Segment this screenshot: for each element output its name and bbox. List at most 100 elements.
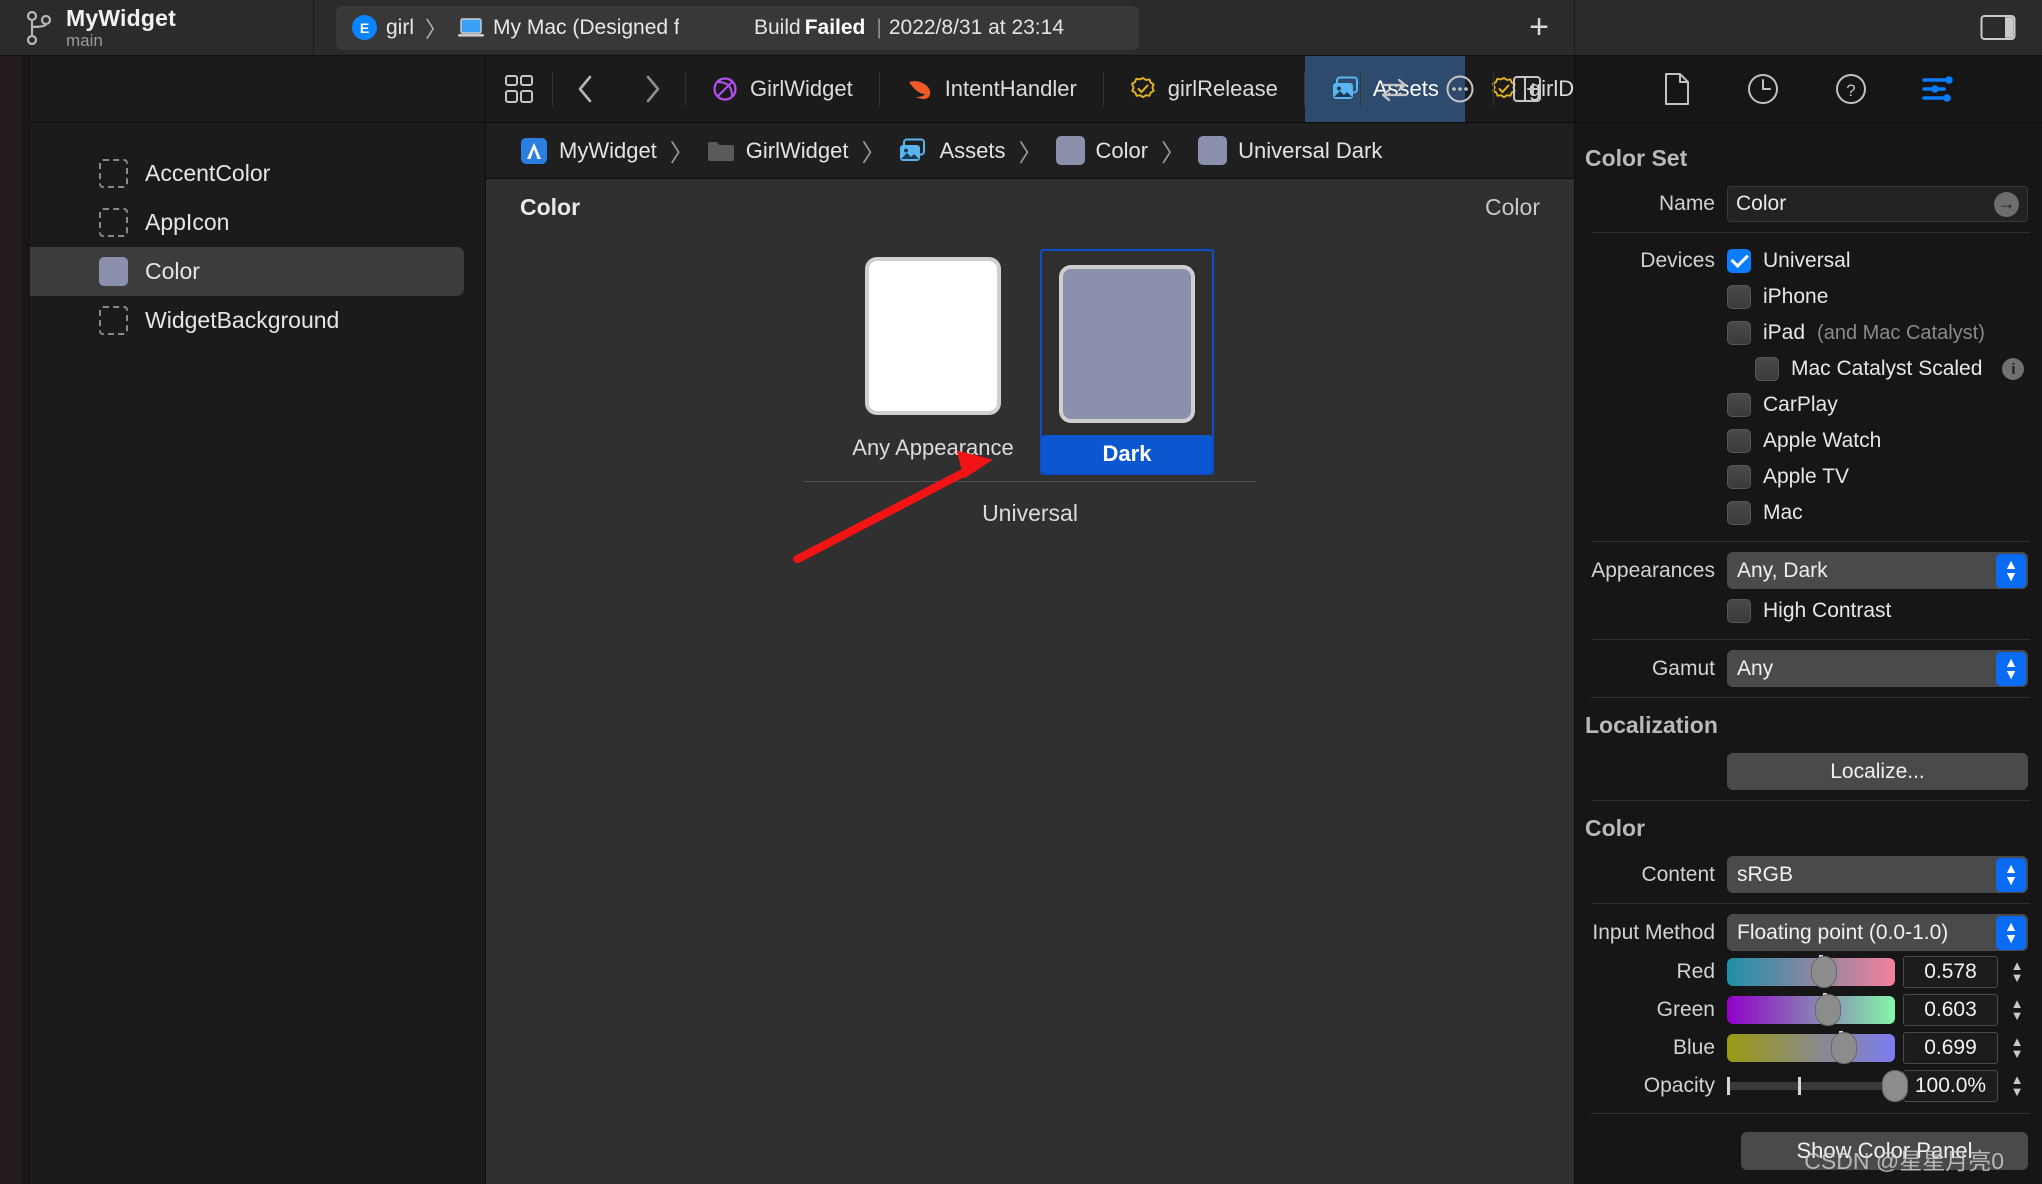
breadcrumb-item-assets[interactable]: Assets [898,138,1006,164]
window-left-edge [0,0,22,1184]
checkbox[interactable] [1727,285,1751,309]
scheme-area[interactable]: MyWidget main [0,0,314,55]
breadcrumb: MyWidget 〉 GirlWidget 〉 Assets 〉 Color 〉… [486,123,1574,179]
inspector-tab-strip: ? [1575,56,2042,123]
red-knob[interactable] [1811,956,1838,988]
more-options-button[interactable] [1427,56,1493,122]
quick-help-icon[interactable]: ? [1834,72,1868,106]
git-branch-icon [26,10,52,45]
blue-stepper[interactable]: ▲ ▼ [2006,1035,2028,1061]
status-timestamp: 2022/8/31 at 23:14 [888,15,1065,39]
scheme-badge: E [352,15,377,40]
branch-name: main [66,30,103,50]
swatch-any-appearance[interactable]: Any Appearance [846,249,1020,467]
attributes-inspector-icon[interactable] [1921,74,1956,104]
device-carplay[interactable]: CarPlay [1727,387,1838,423]
opacity-knob[interactable] [1882,1070,1908,1102]
swatch-dark[interactable]: Dark [1040,249,1214,475]
device-apple-tv[interactable]: Apple TV [1727,459,1849,495]
device-mac[interactable]: Mac [1727,495,1803,531]
info-icon[interactable]: i [2002,358,2025,380]
green-slider[interactable] [1727,993,1895,1026]
opacity-value-field[interactable]: 100.0% [1903,1070,1998,1102]
device-label: CarPlay [1763,393,1838,416]
content-value: sRGB [1737,862,1794,886]
navigate-back-button[interactable] [553,56,619,122]
device-label: Mac Catalyst Scaled [1791,357,1983,380]
green-value-field[interactable]: 0.603 [1903,994,1998,1026]
devices-label: Devices [1640,249,1715,272]
input-method-popup[interactable]: Floating point (0.0-1.0) ▲ ▼ [1727,914,2028,951]
gamut-popup[interactable]: Any ▲ ▼ [1727,650,2028,687]
opacity-slider[interactable] [1727,1070,1908,1102]
chevron-updown-icon[interactable]: ▲ ▼ [1996,915,2026,950]
checkbox[interactable] [1727,429,1751,453]
history-inspector-icon[interactable] [1746,72,1780,106]
opacity-tick-min [1727,1077,1730,1095]
swatch-preview[interactable] [1059,265,1195,423]
device-ipad[interactable]: iPad (and Mac Catalyst) [1727,315,1985,351]
localize-button[interactable]: Localize... [1727,753,2028,790]
checkbox[interactable] [1727,501,1751,525]
scheme-label[interactable]: girl [386,16,414,40]
breadcrumb-item-mywidget[interactable]: MyWidget [520,137,657,165]
device-apple-watch[interactable]: Apple Watch [1727,423,1881,459]
tab-girlrelease[interactable]: girlRelease [1104,56,1304,122]
content-popup[interactable]: sRGB ▲ ▼ [1727,856,2028,893]
opacity-track [1727,1077,1895,1095]
input-method-label: Input Method [1592,920,1715,944]
chevron-updown-icon[interactable]: ▲ ▼ [1996,857,2026,892]
opacity-stepper[interactable]: ▲ ▼ [2006,1073,2028,1099]
asset-item-accentcolor[interactable]: AccentColor [21,149,464,198]
checkbox[interactable] [1727,393,1751,417]
breadcrumb-item-girlwidget[interactable]: GirlWidget [707,138,848,164]
chevron-updown-icon[interactable]: ▲ ▼ [1996,651,2026,686]
divider [1591,541,2030,542]
destination-separator: 〉 [425,16,448,42]
green-knob[interactable] [1815,994,1842,1026]
checkbox[interactable] [1755,357,1779,381]
navigator-filter-strip [0,56,485,123]
related-items-button[interactable] [1361,56,1427,122]
tab-girlwidget[interactable]: GirlWidget [686,56,879,122]
blue-value-field[interactable]: 0.699 [1903,1032,1998,1064]
device-universal[interactable]: Universal [1727,243,1851,279]
red-value-field[interactable]: 0.578 [1903,956,1998,988]
appearances-popup[interactable]: Any, Dark ▲ ▼ [1727,552,2028,589]
breadcrumb-item-color[interactable]: Color [1055,136,1148,165]
add-button[interactable]: + [1504,8,1574,47]
asset-item-widgetbackground[interactable]: WidgetBackground [21,296,464,345]
checkbox[interactable] [1727,249,1751,273]
breadcrumb-item-universal-dark[interactable]: Universal Dark [1198,136,1382,165]
asset-item-label: Color [145,258,200,284]
blue-knob[interactable] [1831,1032,1858,1064]
xcode-window: MyWidget main E girl 〉 My Mac (Designed … [0,0,2042,1184]
devices-row: Devices Universal iPhone iPad (and Mac C… [1575,241,2042,533]
chevron-updown-icon[interactable]: ▲ ▼ [1996,553,2026,588]
name-input[interactable]: Color → [1727,186,2028,222]
file-inspector-icon[interactable] [1662,72,1692,106]
activity-status[interactable]: Build Failed | 2022/8/31 at 23:14 [679,5,1139,50]
swatch-group-label: Universal [982,500,1078,526]
high-contrast-option[interactable]: High Contrast [1727,593,1891,629]
checkbox[interactable] [1727,321,1751,345]
swatch-preview[interactable] [865,257,1001,415]
red-stepper[interactable]: ▲ ▼ [2006,959,2028,985]
green-stepper[interactable]: ▲ ▼ [2006,997,2028,1023]
right-panel-toggle-icon[interactable] [1980,14,2016,41]
asset-item-appicon[interactable]: AppIcon [21,198,464,247]
add-editor-button[interactable] [1494,56,1560,122]
asset-item-color[interactable]: Color [21,247,464,296]
navigate-forward-button[interactable] [619,56,685,122]
device-iphone[interactable]: iPhone [1727,279,1828,315]
checkbox[interactable] [1727,599,1751,623]
red-slider[interactable] [1727,955,1895,988]
editor-options-button[interactable] [486,56,552,122]
device-label: Apple TV [1763,465,1849,488]
tab-intenthandler[interactable]: IntentHandler [880,56,1103,122]
checkbox[interactable] [1727,465,1751,489]
reveal-arrow-icon[interactable]: → [1994,191,2019,217]
device-mac-catalyst-scaled[interactable]: Mac Catalyst Scaled i [1727,351,2025,387]
blue-slider[interactable] [1727,1031,1895,1064]
empty-swatch-icon [99,306,128,335]
